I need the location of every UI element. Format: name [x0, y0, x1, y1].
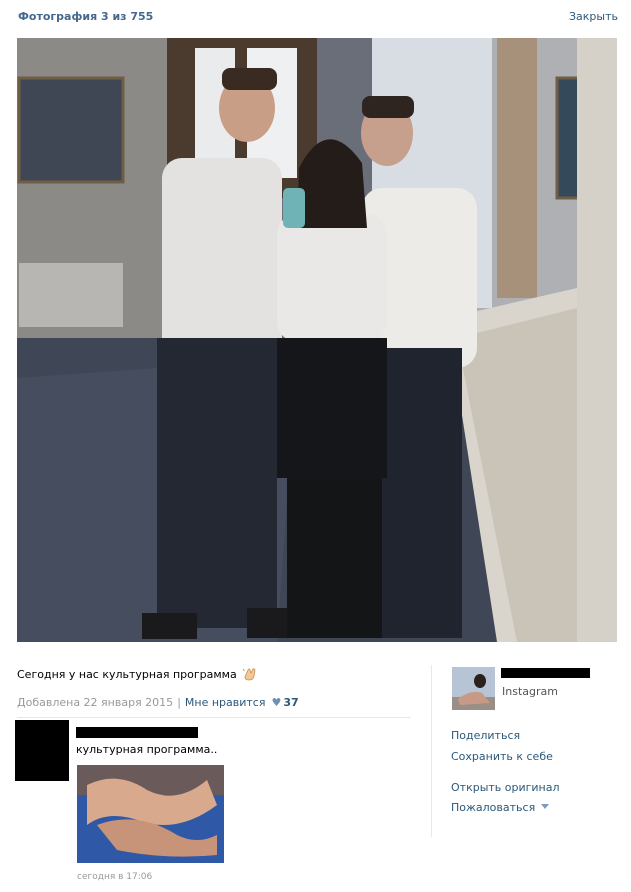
comment-attached-image[interactable]: [77, 765, 224, 863]
owner-source: Instagram: [502, 685, 558, 698]
photo-counter-title: Фотография 3 из 755: [18, 10, 154, 23]
open-original-link[interactable]: Открыть оригинал: [451, 781, 560, 794]
report-label[interactable]: Пожаловаться: [451, 801, 535, 814]
comment-author-avatar[interactable]: [15, 720, 69, 781]
owner-avatar[interactable]: [452, 667, 495, 710]
like-count[interactable]: 37: [283, 696, 298, 709]
added-date: Добавлена 22 января 2015: [17, 696, 174, 709]
comment-text: культурная программа..: [76, 743, 218, 756]
caption-divider: [17, 717, 411, 718]
sidebar-separator: [431, 665, 432, 837]
viewer-header: Фотография 3 из 755 Закрыть: [18, 10, 618, 26]
clapping-hands-icon: [242, 667, 257, 681]
save-to-self-link[interactable]: Сохранить к себе: [451, 750, 553, 763]
photo-caption: Сегодня у нас культурная программа: [17, 667, 257, 681]
heart-icon[interactable]: ♥: [271, 696, 281, 709]
caption-text: Сегодня у нас культурная программа: [17, 668, 237, 681]
like-button[interactable]: Мне нравится: [185, 696, 266, 709]
comment-author-name-redacted[interactable]: [76, 727, 198, 738]
meta-separator: |: [177, 696, 181, 709]
chevron-down-icon[interactable]: [541, 804, 550, 809]
comment-time[interactable]: сегодня в 17:06: [77, 872, 152, 882]
owner-name-redacted[interactable]: [501, 668, 590, 678]
report-link[interactable]: Пожаловаться: [451, 801, 550, 814]
main-photo[interactable]: [17, 38, 617, 642]
close-link[interactable]: Закрыть: [569, 10, 618, 23]
share-link[interactable]: Поделиться: [451, 729, 520, 742]
photo-meta: Добавлена 22 января 2015 | Мне нравится ♥ 37: [17, 696, 299, 709]
